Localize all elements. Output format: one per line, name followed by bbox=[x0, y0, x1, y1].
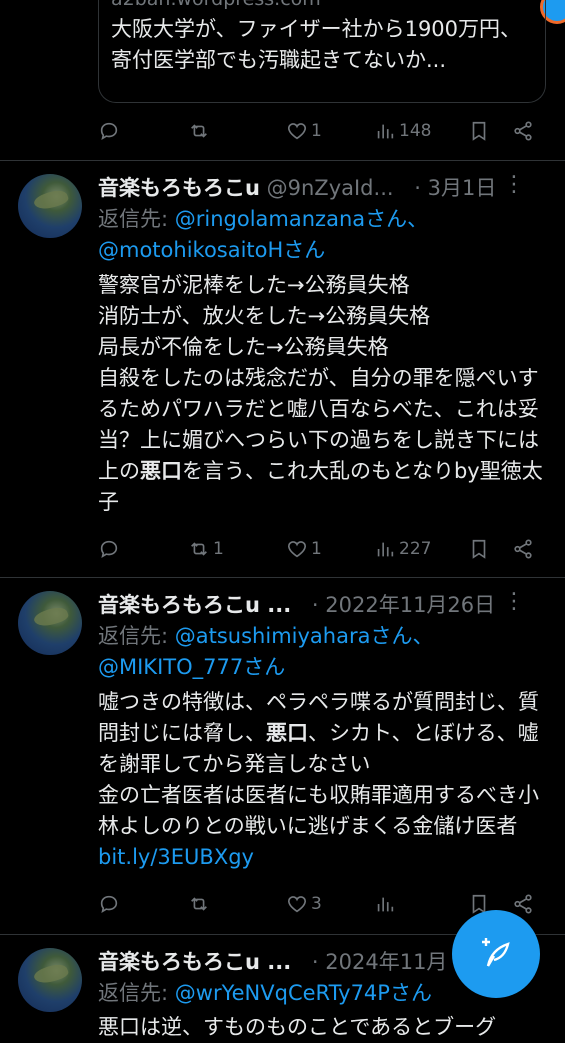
retweet-button[interactable] bbox=[188, 117, 210, 145]
retweet-icon bbox=[191, 542, 207, 556]
tweet-text-part: 警察官が泥棒をした→公務員失格 消防士が、放火をした→公務員失格 局長が不倫をし… bbox=[98, 273, 539, 483]
tweet-text: 悪口は逆、すものものことであるとブーグ bbox=[98, 1012, 548, 1043]
mention-link[interactable]: @ringolamanzanaさん、 bbox=[175, 207, 428, 231]
compose-tweet-button[interactable] bbox=[452, 910, 540, 998]
views-button[interactable] bbox=[374, 890, 396, 918]
reply-to: 返信先: @atsushimiyaharaさん、 @MIKITO_777さん bbox=[98, 621, 433, 683]
avatar[interactable] bbox=[18, 948, 82, 1012]
views-icon bbox=[377, 124, 394, 139]
like-button[interactable]: 3 bbox=[286, 890, 322, 918]
views-count: 148 bbox=[399, 121, 432, 141]
reply-icon bbox=[100, 122, 118, 141]
share-icon bbox=[514, 894, 532, 914]
mention-link[interactable]: @atsushimiyaharaさん、 bbox=[175, 624, 434, 648]
retweet-count: 1 bbox=[213, 539, 224, 559]
display-name[interactable]: 音楽もろもろこu bbox=[98, 176, 260, 200]
user-handle[interactable]: @9nZyaId... bbox=[267, 176, 394, 200]
reply-prefix: 返信先: bbox=[98, 207, 175, 231]
share-icon bbox=[514, 539, 532, 559]
retweet-button[interactable]: 1 bbox=[188, 535, 224, 563]
reply-button[interactable] bbox=[98, 117, 120, 145]
tweet-link[interactable]: bit.ly/3EUBXgy bbox=[98, 845, 254, 869]
mention-link[interactable]: @motohikosaitoHさん bbox=[98, 238, 325, 262]
retweet-button[interactable] bbox=[188, 890, 210, 918]
share-button[interactable] bbox=[512, 117, 534, 145]
reply-to: 返信先: @ringolamanzanaさん、 @motohikosaitoHさ… bbox=[98, 204, 428, 266]
bookmark-icon bbox=[472, 539, 486, 559]
display-name[interactable]: 音楽もろもろこu ... bbox=[98, 950, 291, 974]
action-bar: 3 bbox=[98, 890, 538, 918]
retweet-icon bbox=[191, 897, 207, 911]
tweet[interactable]: 音楽もろもろこu ... · 2022年11月26日 ⋮ 返信先: @atsus… bbox=[0, 577, 565, 935]
display-name[interactable]: 音楽もろもろこu ... bbox=[98, 593, 291, 617]
reply-button[interactable] bbox=[98, 890, 120, 918]
reply-to: 返信先: @wrYeNVqCeRTy74Pさん bbox=[98, 978, 432, 1009]
link-card[interactable]: a2ban.wordpress.com 大阪大学が、ファイザー社から1900万円… bbox=[98, 0, 546, 103]
tweet-date[interactable]: 2022年11月26日 bbox=[325, 593, 495, 617]
compose-feather-icon bbox=[482, 938, 510, 967]
separator-dot: · bbox=[311, 593, 319, 617]
action-bar: 1 148 bbox=[98, 117, 538, 145]
heart-icon bbox=[287, 123, 307, 140]
link-card-title: 大阪大学が、ファイザー社から1900万円、寄付医学部でも汚職起きてないか... bbox=[111, 17, 522, 72]
tweet-text: 嘘つきの特徴は、ペラペラ喋るが質問封じ、質問封じには脅し、悪口、シカト、とぼける… bbox=[98, 687, 548, 873]
action-bar: 1 1 227 bbox=[98, 535, 538, 563]
tweet-text: 警察官が泥棒をした→公務員失格 消防士が、放火をした→公務員失格 局長が不倫をし… bbox=[98, 270, 548, 518]
tweet[interactable]: 音楽もろもろこu @9nZyaId... · 3月1日 ⋮ 返信先: @ring… bbox=[0, 160, 565, 578]
reply-icon bbox=[100, 540, 118, 559]
retweet-icon bbox=[191, 124, 207, 138]
avatar[interactable] bbox=[18, 174, 82, 238]
reply-icon bbox=[100, 895, 118, 914]
tweet-date[interactable]: 2024年11月 bbox=[325, 950, 447, 974]
bookmark-button[interactable] bbox=[468, 117, 490, 145]
tweet-header: 音楽もろもろこu @9nZyaId... · 3月1日 ⋮ bbox=[98, 172, 545, 202]
tweet-text-bold: 悪口 bbox=[266, 721, 308, 745]
separator-dot: · bbox=[311, 950, 319, 974]
heart-icon bbox=[287, 541, 307, 558]
tweet-previous: a2ban.wordpress.com 大阪大学が、ファイザー社から1900万円… bbox=[0, 0, 565, 161]
reply-prefix: 返信先: bbox=[98, 624, 175, 648]
like-button[interactable]: 1 bbox=[286, 117, 322, 145]
views-count: 227 bbox=[399, 539, 432, 559]
views-icon bbox=[377, 897, 394, 912]
mention-link[interactable]: @MIKITO_777さん bbox=[98, 655, 285, 679]
tweet-text-part: 悪口は逆、すものものことであるとブーグ bbox=[98, 1015, 497, 1039]
more-options-icon[interactable]: ⋮ bbox=[503, 172, 525, 197]
tweet-date[interactable]: 3月1日 bbox=[428, 176, 497, 200]
heart-icon bbox=[287, 896, 307, 913]
bookmark-icon bbox=[472, 121, 486, 141]
link-card-domain: a2ban.wordpress.com bbox=[111, 0, 321, 10]
tweet-text-bold: 悪口 bbox=[140, 459, 182, 483]
bookmark-button[interactable] bbox=[468, 535, 490, 563]
like-button[interactable]: 1 bbox=[286, 535, 322, 563]
more-options-icon[interactable]: ⋮ bbox=[503, 589, 525, 614]
reply-button[interactable] bbox=[98, 535, 120, 563]
mention-link[interactable]: @wrYeNVqCeRTy74Pさん bbox=[175, 981, 432, 1005]
share-icon bbox=[514, 121, 532, 141]
share-button[interactable] bbox=[512, 535, 534, 563]
views-icon bbox=[377, 542, 394, 557]
tweet-header: 音楽もろもろこu ... · 2022年11月26日 ⋮ bbox=[98, 589, 545, 619]
reply-prefix: 返信先: bbox=[98, 981, 175, 1005]
views-button[interactable]: 148 bbox=[374, 117, 431, 145]
views-button[interactable]: 227 bbox=[374, 535, 431, 563]
separator-dot: · bbox=[414, 176, 421, 200]
like-count: 3 bbox=[311, 894, 322, 914]
like-count: 1 bbox=[311, 121, 322, 141]
avatar[interactable] bbox=[18, 591, 82, 655]
like-count: 1 bbox=[311, 539, 322, 559]
